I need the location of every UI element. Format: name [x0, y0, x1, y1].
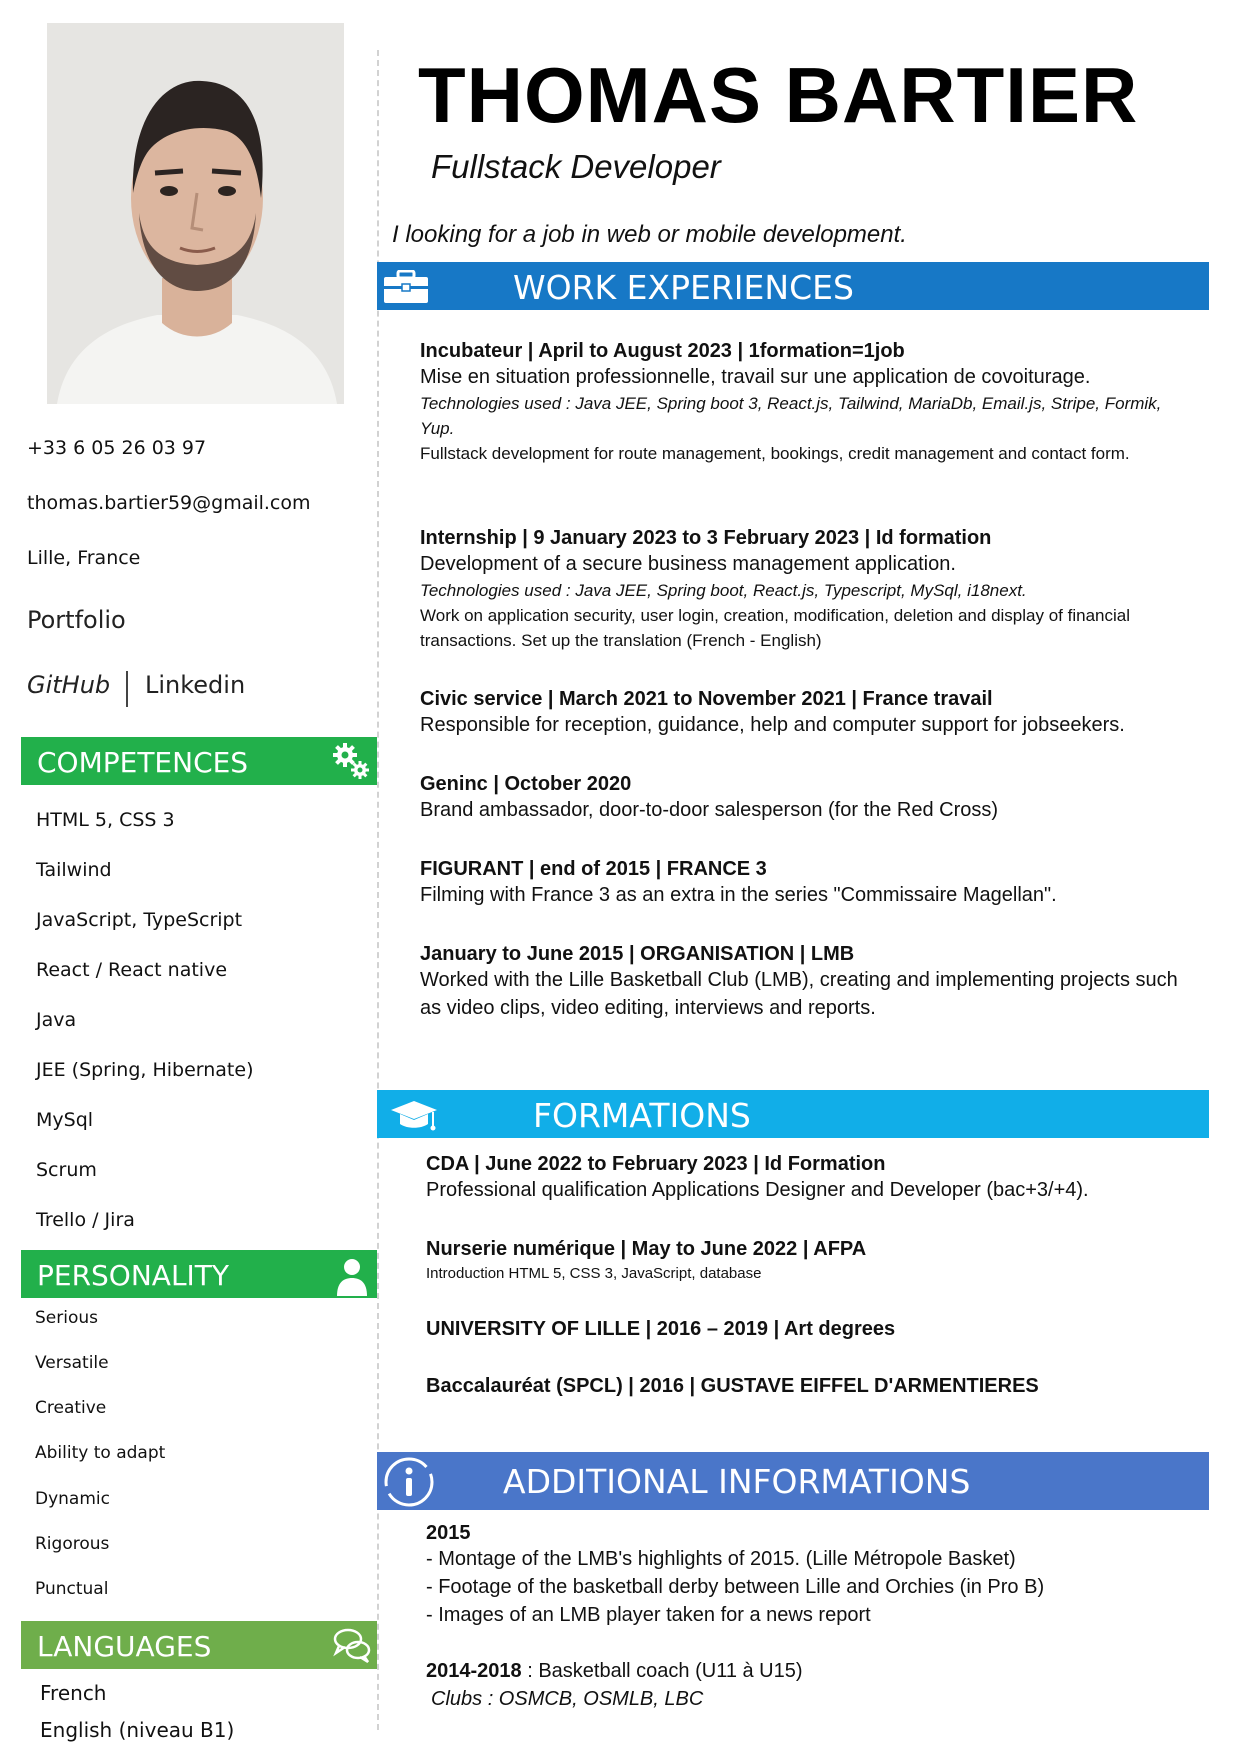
personality-item: Serious [35, 1308, 98, 1328]
competence-item: MySql [36, 1109, 94, 1131]
entry-description: Responsible for reception, guidance, hel… [420, 714, 1125, 736]
work-experiences-title: WORK EXPERIENCES [513, 268, 854, 307]
entry-title: Baccalauréat (SPCL) | 2016 | GUSTAVE EIF… [426, 1375, 1039, 1397]
entry-title: Internship | 9 January 2023 to 3 Februar… [420, 527, 992, 549]
info-icon [384, 1457, 434, 1507]
work-entry: Civic service | March 2021 to November 2… [420, 688, 1200, 739]
languages-title: LANGUAGES [37, 1630, 212, 1663]
additional-line: - Montage of the LMB's highlights of 201… [426, 1548, 1016, 1570]
personality-title: PERSONALITY [37, 1259, 230, 1292]
entry-description: Brand ambassador, door-to-door salespers… [420, 799, 999, 821]
competence-item: JEE (Spring, Hibernate) [36, 1059, 254, 1081]
competence-item: Tailwind [36, 859, 112, 881]
formation-entry: UNIVERSITY OF LILLE | 2016 – 2019 | Art … [426, 1318, 1206, 1341]
competence-item: Java [36, 1009, 77, 1031]
personality-item: Punctual [35, 1579, 109, 1599]
entry-title: Geninc | October 2020 [420, 773, 632, 795]
competence-item: JavaScript, TypeScript [36, 909, 243, 931]
email-link[interactable]: thomas.bartier59@gmail.com [27, 492, 311, 514]
personality-item: Dynamic [35, 1489, 110, 1509]
formations-header: FORMATIONS [377, 1090, 1209, 1138]
entry-title: January to June 2015 | ORGANISATION | LM… [420, 943, 855, 965]
competence-item: HTML 5, CSS 3 [36, 809, 175, 831]
entry-description: Professional qualification Applications … [426, 1179, 1089, 1201]
personality-header: PERSONALITY [21, 1250, 377, 1298]
competence-item: Scrum [36, 1159, 97, 1181]
clubs-line: Clubs : OSMCB, OSMLB, LBC [431, 1688, 704, 1710]
portfolio-link[interactable]: Portfolio [27, 606, 126, 634]
linkedin-link[interactable]: Linkedin [145, 671, 245, 699]
entry-technologies: Technologies used : Java JEE, Spring boo… [420, 394, 1162, 438]
additional-line: - Images of an LMB player taken for a ne… [426, 1604, 871, 1626]
location: Lille, France [27, 547, 141, 569]
work-entry: Incubateur | April to August 2023 | 1for… [420, 340, 1200, 466]
language-item: French [40, 1681, 107, 1705]
briefcase-icon [384, 270, 428, 303]
entry-title: Civic service | March 2021 to November 2… [420, 688, 993, 710]
competence-item: Trello / Jira [36, 1209, 135, 1231]
work-entry: Geninc | October 2020 Brand ambassador, … [420, 773, 1200, 824]
entry-description: Filming with France 3 as an extra in the… [420, 884, 1057, 906]
entry-description: Introduction HTML 5, CSS 3, JavaScript, … [426, 1265, 762, 1282]
work-entry: January to June 2015 | ORGANISATION | LM… [420, 943, 1200, 1022]
coach-text: : Basketball coach (U11 à U15) [521, 1660, 803, 1682]
entry-title: Nurserie numérique | May to June 2022 | … [426, 1238, 867, 1260]
entry-detail: Work on application security, user login… [420, 606, 1130, 650]
chat-bubbles-icon [333, 1628, 371, 1664]
personality-item: Creative [35, 1398, 107, 1418]
additional-informations-title: ADDITIONAL INFORMATIONS [503, 1462, 971, 1501]
formation-entry: Baccalauréat (SPCL) | 2016 | GUSTAVE EIF… [426, 1375, 1206, 1398]
entry-detail: Fullstack development for route manageme… [420, 444, 1130, 463]
entry-technologies: Technologies used : Java JEE, Spring boo… [420, 581, 1027, 600]
link-separator [126, 671, 128, 707]
work-entry: Internship | 9 January 2023 to 3 Februar… [420, 527, 1200, 653]
candidate-name: THOMAS BARTIER [418, 51, 1139, 139]
graduation-cap-icon [391, 1101, 437, 1131]
github-link[interactable]: GitHub [27, 671, 110, 699]
languages-header: LANGUAGES [21, 1621, 377, 1669]
profile-photo [47, 23, 344, 404]
additional-year: 2015 [426, 1522, 471, 1544]
additional-informations-header: ADDITIONAL INFORMATIONS [377, 1452, 1209, 1510]
personality-item: Versatile [35, 1353, 109, 1373]
entry-title: FIGURANT | end of 2015 | FRANCE 3 [420, 858, 767, 880]
objective: I looking for a job in web or mobile dev… [392, 221, 907, 248]
formations-title: FORMATIONS [533, 1096, 751, 1135]
entry-title: CDA | June 2022 to February 2023 | Id Fo… [426, 1153, 886, 1175]
gears-icon [333, 743, 369, 779]
entry-title: Incubateur | April to August 2023 | 1for… [420, 340, 905, 362]
entry-description: Worked with the Lille Basketball Club (L… [420, 969, 1178, 1019]
work-experiences-header: WORK EXPERIENCES [377, 262, 1209, 310]
work-entry: FIGURANT | end of 2015 | FRANCE 3 Filmin… [420, 858, 1200, 909]
coach-years: 2014-2018 [426, 1660, 522, 1682]
job-title: Fullstack Developer [431, 148, 721, 185]
entry-description: Development of a secure business managem… [420, 553, 956, 575]
entry-title: UNIVERSITY OF LILLE | 2016 – 2019 | Art … [426, 1318, 896, 1340]
competences-title: COMPETENCES [37, 746, 249, 779]
phone-number: +33 6 05 26 03 97 [27, 437, 207, 459]
entry-description: Mise en situation professionnelle, trava… [420, 366, 1091, 388]
formation-entry: CDA | June 2022 to February 2023 | Id Fo… [426, 1153, 1206, 1204]
competence-item: React / React native [36, 959, 228, 981]
personality-item: Rigorous [35, 1534, 110, 1554]
additional-line: - Footage of the basketball derby betwee… [426, 1576, 1045, 1598]
coach-line: 2014-2018 : Basketball coach (U11 à U15) [426, 1657, 1206, 1685]
formation-entry: Nurserie numérique | May to June 2022 | … [426, 1238, 1206, 1282]
competences-header: COMPETENCES [21, 737, 377, 785]
person-icon [337, 1259, 367, 1296]
personality-item: Ability to adapt [35, 1443, 166, 1463]
additional-info-block: 2015 - Montage of the LMB's highlights o… [426, 1522, 1206, 1713]
language-item: English (niveau B1) [40, 1718, 235, 1742]
